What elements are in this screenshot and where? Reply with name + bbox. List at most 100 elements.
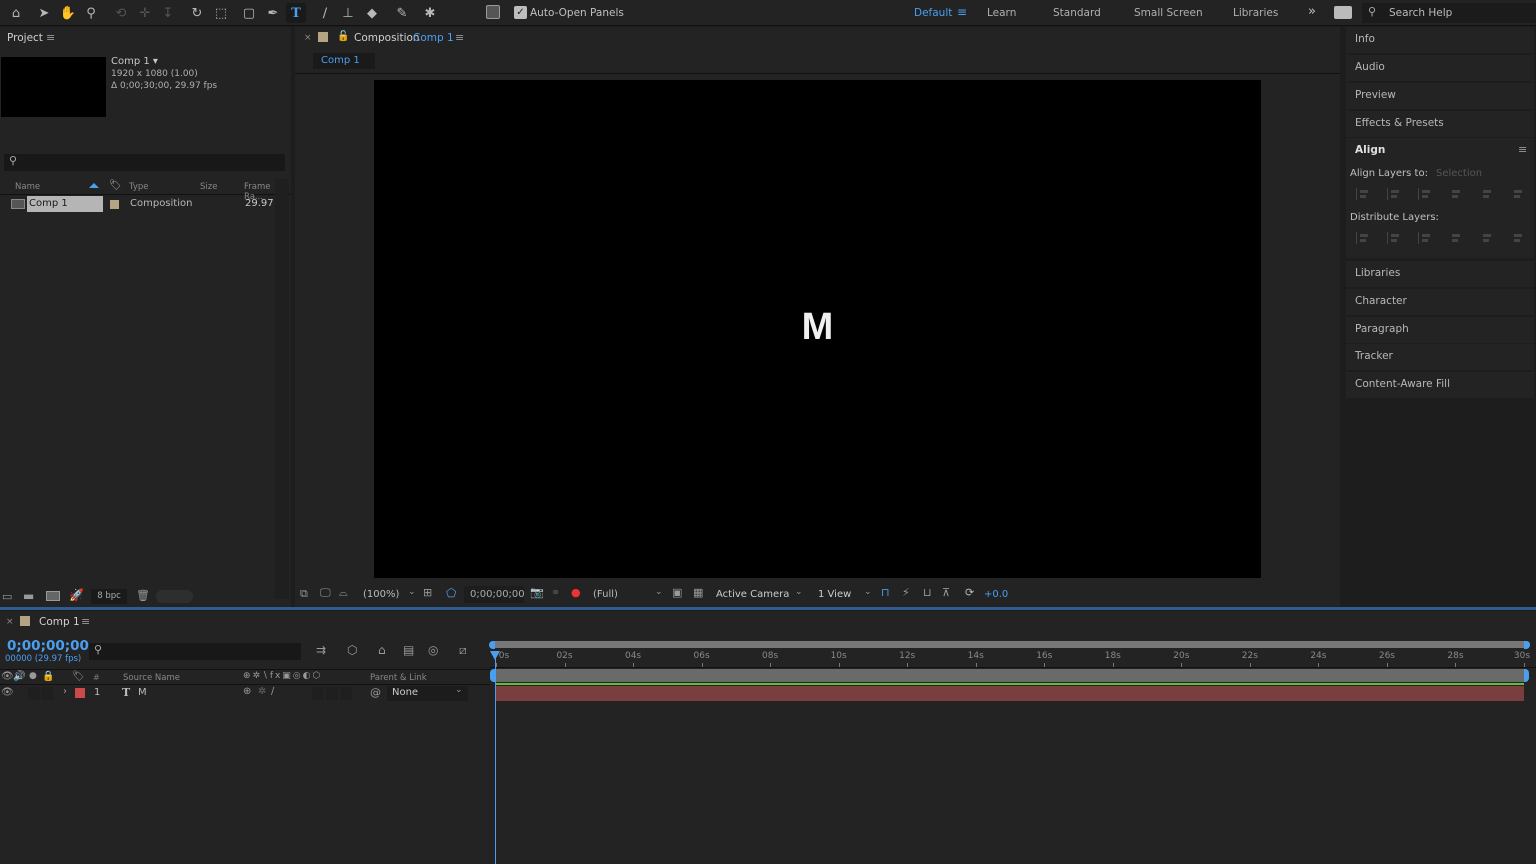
hand-tool-icon[interactable]: ✋ — [58, 3, 78, 23]
quality-icon[interactable]: ✲ — [258, 686, 266, 697]
workspace-overflow-icon[interactable]: » — [1308, 4, 1316, 19]
work-area-end-handle[interactable] — [1524, 669, 1529, 682]
panel-tracker[interactable]: Tracker — [1346, 344, 1534, 370]
composition-menu-icon[interactable]: ≡ — [455, 31, 464, 44]
motion-blur-icon[interactable]: ◎ — [428, 643, 438, 657]
workspace-libraries[interactable]: Libraries — [1233, 7, 1278, 19]
render-queue-icon[interactable]: 🚀 — [69, 588, 84, 602]
graph-editor-icon[interactable]: ⧄ — [459, 643, 467, 658]
view-layout-select[interactable]: 1 View — [818, 589, 851, 600]
layer-lock-toggle[interactable] — [41, 687, 53, 700]
always-preview-icon[interactable]: ⧉ — [300, 587, 308, 601]
lock-icon[interactable]: 🔓 — [337, 31, 349, 42]
solo-icon[interactable]: ● — [29, 671, 37, 681]
transparency-grid-icon[interactable]: ▦ — [693, 586, 703, 599]
distribute-top-icon[interactable] — [1356, 232, 1368, 244]
auto-open-checkbox[interactable]: ✓ — [514, 6, 527, 19]
panel-character[interactable]: Character — [1346, 289, 1534, 315]
composition-tab-name[interactable]: Comp 1 — [413, 32, 454, 44]
interpret-footage-icon[interactable]: ▭ — [2, 590, 12, 603]
panel-effects-presets[interactable]: Effects & Presets — [1346, 111, 1534, 137]
workspace-menu-icon[interactable]: ≡ — [957, 5, 967, 19]
comp-info-name[interactable]: Comp 1 ▾ — [111, 56, 158, 67]
audio-icon[interactable]: 🔊 — [13, 671, 25, 682]
video-visibility-icon[interactable]: 👁 — [1, 671, 14, 682]
close-icon[interactable]: × — [6, 617, 14, 627]
close-icon[interactable]: × — [304, 33, 312, 43]
distribute-left-icon[interactable] — [1449, 232, 1461, 244]
composition-mini-flowchart-icon[interactable]: ⇉ — [316, 643, 326, 657]
workspace-small-screen[interactable]: Small Screen — [1134, 7, 1203, 19]
flowchart-icon[interactable]: ⊼ — [942, 586, 950, 599]
label-tag-icon[interactable]: 🏷 — [72, 671, 85, 682]
align-bottom-icon[interactable] — [1511, 188, 1523, 200]
chevron-down-icon[interactable]: ⌄ — [864, 587, 872, 597]
align-top-icon[interactable] — [1449, 188, 1461, 200]
project-menu-icon[interactable]: ≡ — [46, 31, 55, 44]
home-icon[interactable]: ⌂ — [6, 3, 26, 23]
shy-layers-icon[interactable]: ⌂ — [378, 643, 386, 657]
clone-stamp-icon[interactable]: ⊥ — [338, 3, 358, 23]
snapshot-camera-icon[interactable]: 📷 — [530, 586, 544, 599]
search-help-field[interactable]: ⚲ Search Help — [1362, 3, 1536, 23]
panel-content-aware-fill[interactable]: Content-Aware Fill — [1346, 372, 1534, 398]
trash-icon[interactable]: 🗑 — [136, 589, 150, 602]
show-snapshot-icon[interactable]: ⚭ — [551, 586, 560, 599]
timeline-search-input[interactable]: ⚲ — [89, 643, 301, 660]
vr-goggles-icon[interactable]: ⌓ — [339, 586, 348, 600]
new-composition-icon[interactable] — [46, 591, 60, 601]
expand-chevron-icon[interactable]: › — [63, 686, 67, 697]
frame-blending-icon[interactable]: ▤ — [403, 643, 414, 657]
composition-tab-title[interactable]: Composition — [354, 32, 420, 44]
roto-brush-icon[interactable]: ✎ — [392, 3, 412, 23]
align-hcenter-icon[interactable] — [1387, 188, 1399, 200]
magnification-select[interactable]: (100%) — [363, 589, 399, 600]
chevron-down-icon[interactable]: ⌄ — [408, 587, 416, 597]
type-tool-icon[interactable]: T — [286, 3, 306, 23]
distribute-right-icon[interactable] — [1511, 232, 1523, 244]
fast-previews-icon[interactable]: ⚡ — [902, 586, 910, 599]
pan-camera-icon[interactable]: ✛ — [135, 3, 155, 23]
reset-exposure-icon[interactable]: ⟳ — [965, 586, 974, 599]
align-left-icon[interactable] — [1356, 188, 1368, 200]
timeline-icon[interactable]: ⊔ — [923, 586, 932, 599]
align-title[interactable]: Align — [1355, 144, 1385, 156]
brush-tool-icon[interactable]: ∕ — [315, 3, 335, 23]
timeline-menu-icon[interactable]: ≡ — [81, 615, 90, 628]
dolly-camera-icon[interactable]: ↧ — [158, 3, 178, 23]
panel-paragraph[interactable]: Paragraph — [1346, 317, 1534, 343]
align-right-icon[interactable] — [1418, 188, 1430, 200]
distribute-bottom-icon[interactable] — [1418, 232, 1430, 244]
label-tag-icon[interactable]: 🏷 — [109, 180, 122, 191]
pan-behind-icon[interactable]: ⬚ — [211, 3, 231, 23]
chevron-down-icon[interactable]: ⌄ — [795, 587, 803, 597]
workspace-standard[interactable]: Standard — [1053, 7, 1101, 19]
column-name[interactable]: Name — [15, 182, 40, 192]
layer-row[interactable]: 👁 › 1 T M ⊕ ✲ ∕ @ None ⌄ — [0, 685, 490, 702]
layer-visibility-icon[interactable]: 👁 — [1, 687, 14, 698]
project-scrollbar[interactable] — [275, 179, 289, 599]
time-navigator[interactable] — [490, 641, 1530, 648]
playhead-line[interactable] — [495, 653, 496, 864]
zoom-tool-icon[interactable]: ⚲ — [81, 3, 101, 23]
resolution-select[interactable]: (Full) — [593, 589, 618, 600]
sort-ascending-icon[interactable] — [89, 183, 99, 188]
panel-audio[interactable]: Audio — [1346, 55, 1534, 81]
pick-whip-icon[interactable]: @ — [370, 686, 381, 699]
region-of-interest-icon[interactable]: ▣ — [672, 586, 682, 599]
distribute-hcenter-icon[interactable] — [1480, 232, 1492, 244]
distribute-vcenter-icon[interactable] — [1387, 232, 1399, 244]
mask-visibility-icon[interactable]: ⬠ — [446, 586, 456, 600]
eraser-tool-icon[interactable]: ◆ — [362, 3, 382, 23]
bit-depth-button[interactable]: 8 bpc — [91, 589, 127, 604]
pen-tool-icon[interactable]: ✒ — [263, 3, 283, 23]
draft-3d-icon[interactable]: ⬡ — [347, 643, 357, 657]
current-time-field[interactable]: 0;00;00;00 — [464, 586, 525, 603]
panel-info[interactable]: Info — [1346, 27, 1534, 53]
sync-settings-icon[interactable] — [1334, 6, 1352, 19]
monitor-icon[interactable]: 🖵 — [320, 586, 331, 600]
layer-solo-toggle[interactable] — [28, 687, 40, 700]
align-vcenter-icon[interactable] — [1480, 188, 1492, 200]
thumbnail-slider[interactable] — [156, 590, 193, 603]
collapse-transform-icon[interactable]: ⊕ — [243, 686, 251, 697]
